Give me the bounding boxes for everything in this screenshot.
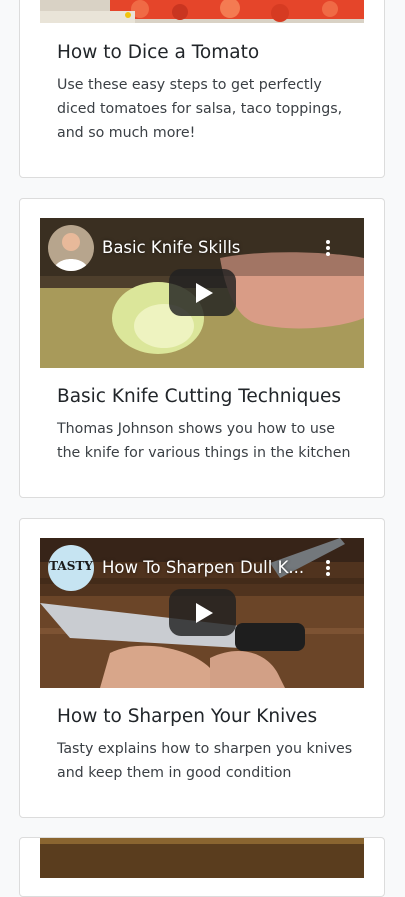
video-player[interactable]: Basic Knife Skills (40, 218, 364, 368)
more-options-icon[interactable] (326, 560, 330, 578)
tomato-image[interactable] (40, 0, 364, 23)
card-title[interactable]: How to Sharpen Your Knives (57, 706, 317, 727)
article-card: TASTY How To Sharpen Dull K... How to Sh… (19, 518, 385, 818)
card-description: Thomas Johnson shows you how to use the … (57, 421, 351, 461)
more-options-icon[interactable] (326, 240, 330, 258)
tasty-logo-icon[interactable]: TASTY (48, 545, 94, 591)
play-button[interactable] (169, 269, 236, 316)
article-card: Basic Knife Skills Basic Knife Cutting T… (19, 198, 385, 498)
video-player[interactable]: TASTY How To Sharpen Dull K... (40, 538, 364, 688)
card-title[interactable]: How to Dice a Tomato (57, 42, 259, 63)
video-title[interactable]: How To Sharpen Dull K... (102, 558, 304, 577)
article-card: How to Dice a Tomato Use these easy step… (19, 0, 385, 178)
card-title[interactable]: Basic Knife Cutting Techniques (57, 386, 341, 407)
card-description: Tasty explains how to sharpen you knives… (57, 741, 353, 781)
card-description: Use these easy steps to get perfectly di… (57, 77, 343, 141)
video-title[interactable]: Basic Knife Skills (102, 238, 240, 257)
article-card (19, 837, 385, 897)
video-thumbnail[interactable] (40, 838, 364, 878)
tasty-logo-text: TASTY (49, 559, 93, 573)
chef-avatar-icon[interactable] (48, 225, 94, 271)
play-button[interactable] (169, 589, 236, 636)
